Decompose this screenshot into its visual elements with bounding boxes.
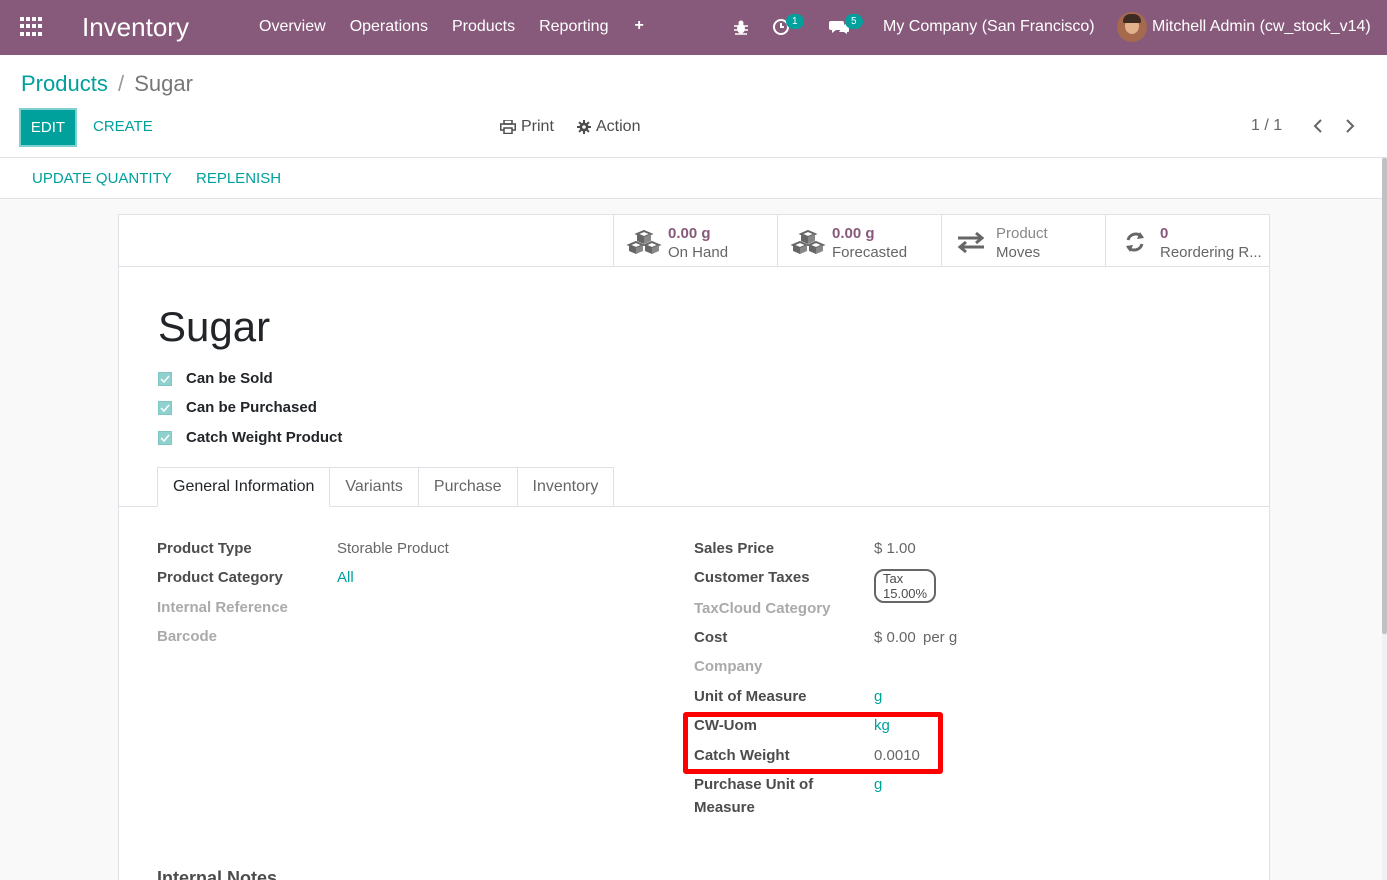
forecasted-label: Forecasted: [832, 244, 908, 261]
breadcrumb-separator: /: [117, 71, 125, 96]
activity-count-badge: 1: [786, 14, 804, 29]
pager-next-icon[interactable]: [1340, 115, 1360, 137]
company-label: Company: [694, 658, 763, 675]
internal-notes-heading: Internal Notes: [157, 868, 278, 880]
cubes-icon: [626, 229, 662, 254]
can-be-sold-row: Can be Sold: [158, 370, 273, 387]
reordering-rules-label: Reordering R...: [1160, 244, 1262, 261]
breadcrumb-current: Sugar: [134, 71, 193, 96]
purchase-uom-value[interactable]: g: [874, 776, 882, 793]
sales-price-label: Sales Price: [694, 540, 775, 557]
menu-plus-icon[interactable]: +: [634, 18, 643, 36]
unit-of-measure-label: Unit of Measure: [694, 688, 807, 705]
on-hand-value: 0.00 g: [668, 225, 711, 242]
pager-value[interactable]: 1 / 1: [1251, 117, 1282, 135]
app-brand[interactable]: Inventory: [82, 12, 189, 43]
control-panel: Products / Sugar EDIT CREATE Print Actio…: [0, 55, 1387, 158]
product-category-label: Product Category: [157, 569, 283, 586]
can-be-purchased-label: Can be Purchased: [186, 399, 317, 416]
menu-reporting[interactable]: Reporting: [539, 18, 608, 36]
unit-of-measure-value[interactable]: g: [874, 688, 882, 705]
top-menu: Overview Operations Products Reporting +: [259, 18, 668, 36]
purchase-uom-label-line1: Purchase Unit of: [694, 776, 814, 793]
print-dropdown[interactable]: Print: [500, 118, 554, 136]
pager-previous-icon[interactable]: [1308, 115, 1328, 137]
cost-label: Cost: [694, 629, 728, 646]
print-label: Print: [521, 118, 554, 135]
tab-purchase[interactable]: Purchase: [418, 467, 518, 507]
company-switcher[interactable]: My Company (San Francisco): [883, 18, 1095, 36]
user-avatar[interactable]: [1117, 12, 1147, 42]
notebook-tabs: General Information Variants Purchase In…: [157, 467, 615, 507]
apps-menu-icon[interactable]: [20, 17, 42, 37]
can-be-sold-label: Can be Sold: [186, 370, 273, 387]
cubes-icon: [790, 229, 826, 254]
print-icon: [500, 120, 516, 134]
on-hand-label: On Hand: [668, 244, 729, 261]
product-name: Sugar: [158, 303, 271, 350]
form-statusbar: UPDATE QUANTITY REPLENISH: [0, 158, 1387, 199]
catch-weight-product-label: Catch Weight Product: [186, 429, 343, 446]
menu-overview[interactable]: Overview: [259, 18, 326, 36]
purchase-uom-label-line2: Measure: [694, 799, 755, 816]
smart-button-box: 0.00 g On Hand 0.00 g Forecasted Product…: [119, 215, 1269, 267]
taxcloud-category-label: TaxCloud Category: [694, 600, 831, 617]
product-moves-line1: Product: [996, 225, 1048, 242]
action-dropdown[interactable]: Action: [577, 118, 640, 136]
sales-price-value: $ 1.00: [874, 540, 916, 557]
action-label: Action: [596, 118, 641, 135]
catch-weight-product-checkbox[interactable]: [158, 430, 172, 445]
exchange-arrows-icon: [957, 231, 985, 254]
tab-general-information[interactable]: General Information: [157, 467, 331, 507]
breadcrumb-products-link[interactable]: Products: [21, 71, 108, 96]
product-type-value: Storable Product: [337, 540, 449, 557]
user-menu[interactable]: Mitchell Admin (cw_stock_v14): [1152, 18, 1371, 36]
main-navbar: Inventory Overview Operations Products R…: [0, 0, 1387, 55]
debug-bug-icon[interactable]: [733, 19, 749, 35]
message-count-badge: 5: [845, 14, 863, 29]
scrollbar-thumb[interactable]: [1382, 158, 1387, 634]
reordering-rules-value: 0: [1160, 225, 1169, 242]
breadcrumb: Products / Sugar: [21, 71, 193, 97]
customer-tax-tag: Tax 15.00%: [874, 569, 937, 603]
product-moves-smart-button[interactable]: Product Moves: [941, 215, 1105, 267]
can-be-purchased-checkbox[interactable]: [158, 400, 172, 415]
barcode-label: Barcode: [157, 628, 218, 645]
product-type-label: Product Type: [157, 540, 252, 557]
internal-reference-label: Internal Reference: [157, 599, 288, 616]
tab-variants[interactable]: Variants: [330, 467, 419, 507]
refresh-icon: [1126, 232, 1144, 252]
forecasted-value: 0.00 g: [832, 225, 875, 242]
catch-weight-product-row: Catch Weight Product: [158, 429, 342, 446]
can-be-purchased-row: Can be Purchased: [158, 399, 317, 416]
forecasted-smart-button[interactable]: 0.00 g Forecasted: [777, 215, 941, 267]
edit-button[interactable]: EDIT: [19, 108, 77, 147]
menu-products[interactable]: Products: [452, 18, 515, 36]
update-quantity-button[interactable]: UPDATE QUANTITY: [32, 170, 172, 187]
tab-inventory[interactable]: Inventory: [517, 467, 615, 507]
product-category-value[interactable]: All: [337, 569, 354, 586]
menu-operations[interactable]: Operations: [350, 18, 428, 36]
create-button[interactable]: CREATE: [93, 118, 153, 135]
replenish-button[interactable]: REPLENISH: [196, 170, 281, 187]
customer-taxes-label: Customer Taxes: [694, 569, 810, 586]
cost-unit: per g: [923, 629, 958, 646]
red-highlight-box: [683, 712, 943, 774]
product-moves-line2: Moves: [996, 244, 1041, 261]
cost-value: $ 0.00: [874, 629, 916, 646]
can-be-sold-checkbox[interactable]: [158, 371, 172, 386]
gear-icon: [577, 120, 591, 134]
on-hand-smart-button[interactable]: 0.00 g On Hand: [613, 215, 777, 267]
reordering-rules-smart-button[interactable]: 0 Reordering R...: [1105, 215, 1269, 267]
